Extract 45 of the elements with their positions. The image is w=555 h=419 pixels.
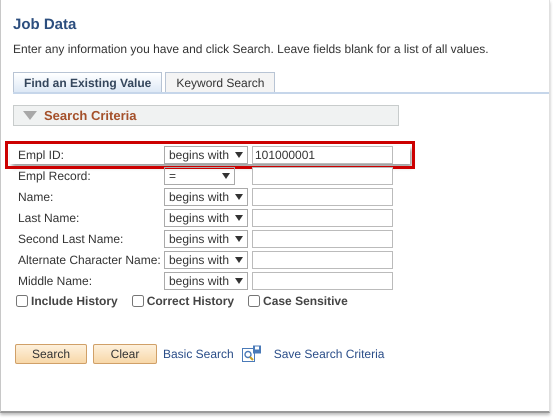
field-label: Second Last Name: [18, 232, 124, 246]
input-field[interactable]: 101000001 [252, 146, 393, 164]
dropdown-arrow-icon [235, 194, 243, 200]
input-field[interactable] [252, 272, 393, 290]
checkbox-label: Case Sensitive [263, 294, 348, 308]
field-label: Name: [18, 190, 54, 204]
basic-search-link[interactable]: Basic Search [163, 347, 234, 361]
page-title: Job Data [13, 16, 78, 33]
input-field[interactable] [252, 167, 393, 185]
operator-dropdown[interactable]: begins with [164, 230, 248, 248]
input-field[interactable] [252, 188, 393, 206]
dropdown-arrow-icon [235, 278, 243, 284]
operator-dropdown[interactable]: begins with [164, 251, 248, 269]
instructions-text: Enter any information you have and click Search. Leave fields blank for a list of all values. [13, 42, 490, 56]
action-button[interactable]: Clear [93, 344, 157, 364]
save-search-icon[interactable] [242, 345, 262, 363]
dropdown-arrow-icon [235, 236, 243, 242]
field-label: Last Name: [18, 211, 80, 225]
tab[interactable]: Keyword Search [165, 72, 276, 92]
operator-dropdown[interactable]: begins with [164, 272, 248, 290]
input-field[interactable] [252, 251, 393, 269]
operator-dropdown[interactable]: begins with [164, 146, 248, 164]
input-field[interactable] [252, 209, 393, 227]
save-search-criteria-link[interactable]: Save Search Criteria [274, 347, 384, 361]
checkbox-label: Include History [31, 294, 118, 308]
field-label: Empl Record: [18, 169, 92, 183]
section-header[interactable]: Search Criteria [13, 105, 399, 126]
section-title: Search Criteria [44, 108, 136, 123]
dropdown-arrow-icon [235, 152, 243, 158]
field-label: Empl ID: [18, 148, 66, 162]
dropdown-arrow-icon [222, 173, 230, 179]
checkbox[interactable] [248, 295, 260, 307]
dropdown-arrow-icon [235, 215, 243, 221]
field-label: Alternate Character Name: [18, 253, 162, 267]
tab[interactable]: Find an Existing Value [13, 72, 162, 92]
checkbox[interactable] [132, 295, 144, 307]
checkbox[interactable] [16, 295, 28, 307]
dropdown-arrow-icon [235, 257, 243, 263]
operator-dropdown[interactable]: begins with [164, 209, 248, 227]
field-label: Middle Name: [18, 274, 94, 288]
action-button[interactable]: Search [15, 344, 87, 364]
operator-dropdown[interactable]: begins with [164, 188, 248, 206]
operator-dropdown[interactable]: = [164, 167, 235, 185]
input-field[interactable] [252, 230, 393, 248]
checkbox-label: Correct History [146, 294, 234, 308]
